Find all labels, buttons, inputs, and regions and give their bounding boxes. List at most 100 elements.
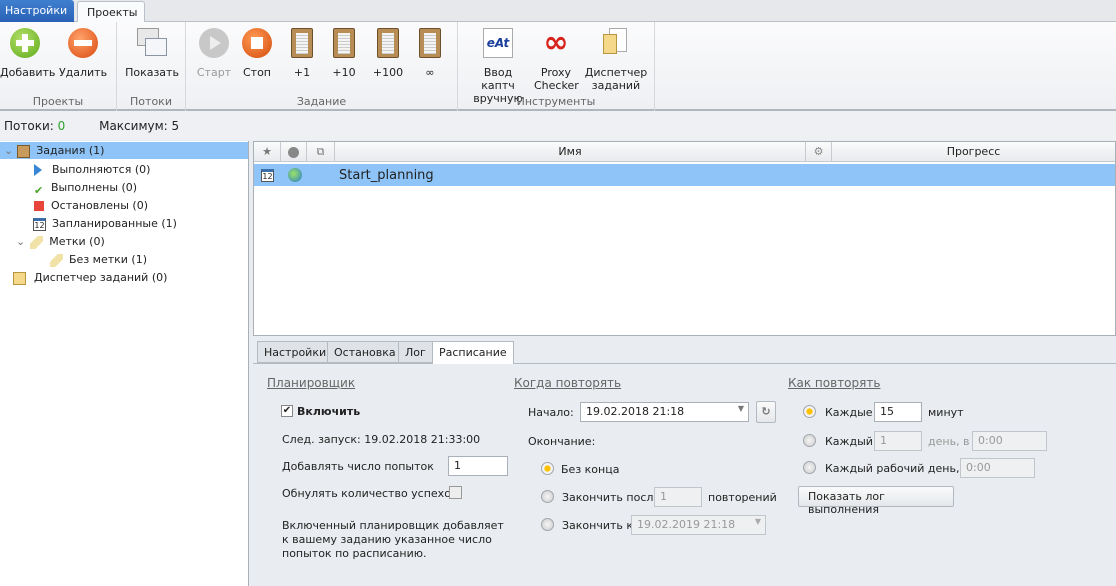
repeats-label: повторений (708, 491, 777, 504)
stop-button[interactable]: Стоп (237, 26, 277, 79)
end-after-label: Закончить после (562, 491, 661, 504)
planner-title: Планировщик (267, 376, 356, 390)
globe-column-header[interactable] (281, 142, 307, 162)
tree-label: Без метки (1) (69, 253, 148, 266)
start-value: 19.02.2018 21:18 (586, 405, 685, 418)
tree-item-tasks[interactable]: ⌄ Задания (1) (0, 142, 248, 159)
end-by-radio[interactable] (541, 518, 554, 531)
plus10-label: +10 (332, 66, 356, 79)
dispatcher-button[interactable]: Диспетчер заданий (584, 26, 648, 92)
captcha-button[interactable]: eAt Ввод каптч вручную (466, 26, 530, 105)
plus1-button[interactable]: +1 (282, 26, 322, 79)
plus100-label: +100 (372, 66, 404, 79)
reset-success-checkbox[interactable] (449, 486, 462, 499)
stop-square-icon (34, 201, 44, 211)
no-end-label: Без конца (561, 463, 620, 476)
infinity-icon: ∞ (543, 25, 569, 60)
top-tab-bar (0, 0, 1116, 22)
every-label: Каждые (825, 406, 873, 419)
clipboard-icon (291, 28, 313, 58)
day-at-label: день, в (928, 435, 970, 448)
show-log-button[interactable]: Показать лог выполнения (798, 486, 954, 516)
tree-item-no-tag[interactable]: Без метки (1) (50, 251, 147, 268)
remove-button[interactable]: Удалить (58, 26, 108, 79)
tree-item-dispatcher[interactable]: Диспетчер заданий (0) (13, 269, 167, 286)
documents-icon (13, 271, 26, 285)
tab-divider (253, 363, 1116, 364)
tab-task-settings[interactable]: Настройки (257, 341, 334, 363)
every-day-label: Каждый (825, 435, 873, 448)
threads-value: 0 (57, 119, 66, 133)
tree-label: Выполняются (0) (52, 163, 151, 176)
tab-stop[interactable]: Остановка (327, 341, 403, 363)
star-icon: ★ (262, 145, 272, 158)
tree-item-scheduled[interactable]: 12 Запланированные (1) (33, 215, 177, 232)
proxy-checker-button[interactable]: ∞ Proxy Checker (534, 25, 579, 93)
tab-schedule[interactable]: Расписание (432, 341, 514, 364)
add-button[interactable]: Добавить (0, 26, 55, 79)
end-after-radio[interactable] (541, 490, 554, 503)
group-label: Проекты (32, 95, 84, 108)
windows-column-header[interactable]: ⧉ (307, 142, 335, 162)
tab-log[interactable]: Лог (398, 341, 433, 363)
plus10-button[interactable]: +10 (324, 26, 364, 79)
star-column-header[interactable]: ★ (254, 142, 281, 162)
proxy-label: Proxy (540, 66, 572, 79)
tree-item-running[interactable]: Выполняются (0) (34, 161, 150, 178)
captcha-icon: eAt (483, 28, 513, 58)
documents-icon (601, 28, 631, 58)
tree-item-done[interactable]: ✔ Выполнены (0) (34, 179, 137, 197)
every-day-radio[interactable] (803, 434, 816, 447)
chevron-down-icon: ▼ (754, 517, 761, 526)
infinite-label: ∞ (425, 66, 435, 79)
minutes-label: минут (928, 406, 964, 419)
chevron-down-icon: ▼ (737, 404, 744, 413)
show-button[interactable]: Показать (123, 26, 181, 79)
dispatcher-label-2: заданий (591, 79, 641, 92)
progress-column-header[interactable]: Прогресс (832, 142, 1115, 162)
planner-note: Включенный планировщик добавляет к вашем… (282, 519, 504, 560)
globe-icon (288, 146, 299, 158)
dispatcher-label: Диспетчер (584, 66, 648, 79)
enable-checkbox[interactable]: ✔ (281, 405, 293, 417)
workday-time-value: 0:00 (966, 461, 991, 474)
reset-success-label: Обнулять количество успехов (282, 487, 458, 500)
no-end-radio[interactable] (541, 462, 554, 475)
task-tree: ⌄ Задания (1) Выполняются (0) ✔ Выполнены … (0, 141, 249, 586)
clipboard-icon (419, 28, 441, 58)
tree-label: Задания (1) (36, 144, 105, 157)
clipboard-icon (333, 28, 355, 58)
group-tools: eAt Ввод каптч вручную ∞ Proxy Checker Диспе… (458, 22, 655, 111)
tree-item-stopped[interactable]: Остановлены (0) (34, 197, 148, 214)
table-row[interactable]: 12 Start_planning (254, 164, 1115, 186)
every-minutes-input[interactable]: 15 (874, 402, 922, 422)
settings-column-header[interactable]: ⚙ (806, 142, 832, 162)
plus100-button[interactable]: +100 (368, 26, 408, 79)
start-datetime[interactable]: 19.02.2018 21:18 ▼ (580, 402, 749, 422)
end-by-value: 19.02.2019 21:18 (637, 518, 736, 531)
infinite-button[interactable]: ∞ (410, 26, 450, 79)
tag-icon (50, 253, 63, 267)
ribbon: Добавить Удалить Проекты Показать Потоки… (0, 22, 1116, 111)
tab-projects[interactable]: Проекты (77, 1, 145, 23)
group-task: Старт Стоп +1 +10 +100 ∞ Задание (186, 22, 458, 111)
refresh-icon: ↻ (761, 405, 771, 418)
start-button[interactable]: Старт (194, 26, 234, 79)
group-projects: Добавить Удалить Проекты (0, 22, 117, 111)
workday-time-spinner[interactable]: 0:00 (960, 458, 1035, 478)
name-column-header[interactable]: Имя (335, 142, 806, 162)
day-time-spinner[interactable]: 0:00 (972, 431, 1047, 451)
check-icon: ✔ (34, 183, 44, 197)
end-by-datetime[interactable]: 19.02.2019 21:18 ▼ (631, 515, 766, 535)
plus-icon (10, 28, 40, 58)
every-day-input[interactable]: 1 (874, 431, 922, 451)
refresh-button[interactable]: ↻ (756, 401, 776, 423)
add-attempts-input[interactable]: 1 (448, 456, 508, 476)
tab-settings[interactable]: Настройки (0, 0, 74, 22)
tree-item-tags[interactable]: ⌄ Метки (0) (16, 233, 105, 250)
every-workday-radio[interactable] (803, 461, 816, 474)
enable-label: Включить (297, 405, 361, 418)
every-minutes-radio[interactable] (803, 405, 816, 418)
group-label: Потоки (130, 95, 172, 108)
end-after-input[interactable]: 1 (654, 487, 702, 507)
